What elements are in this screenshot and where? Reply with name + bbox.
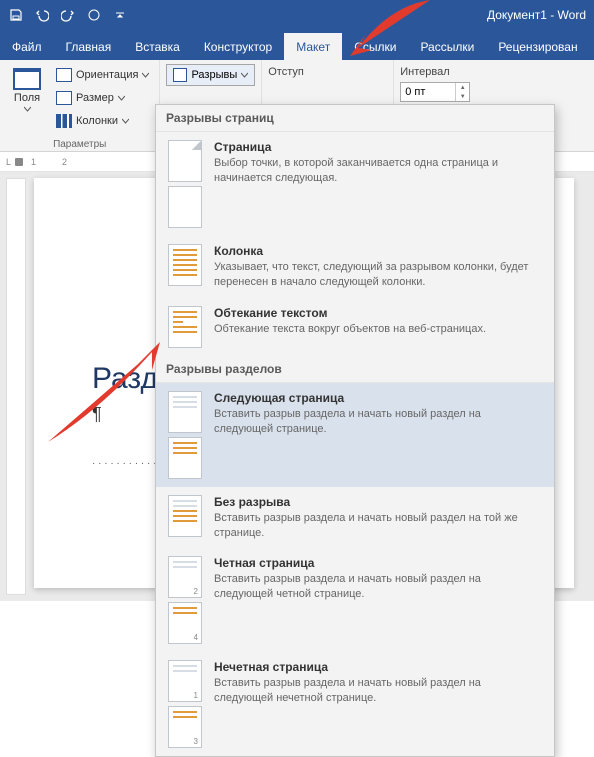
break-column-icon <box>168 244 202 286</box>
break-continuous-item[interactable]: Без разрыва Вставить разрыв раздела и нач… <box>156 487 554 549</box>
break-item-title: Без разрыва <box>214 495 542 509</box>
break-next-page-icon <box>168 391 202 479</box>
tab-type-selector[interactable]: L <box>6 157 11 167</box>
ruler-margin-indicator[interactable] <box>15 158 23 166</box>
size-button[interactable]: Размер <box>52 87 153 109</box>
break-textwrap-icon <box>168 306 202 348</box>
breaks-dropdown: Разрывы страниц Страница Выбор точки, в к… <box>155 104 555 757</box>
spacing-before-value: 0 пт <box>405 86 425 98</box>
breaks-section-header: Разрывы разделов <box>156 356 554 383</box>
columns-button[interactable]: Колонки <box>52 110 153 132</box>
break-continuous-icon <box>168 495 202 537</box>
ruler-tick: 2 <box>62 157 67 167</box>
break-item-title: Нечетная страница <box>214 660 542 674</box>
annotation-arrow <box>40 330 170 450</box>
break-page-icon <box>168 140 202 228</box>
size-icon <box>56 91 72 105</box>
break-even-page-item[interactable]: 2 4 Четная страница Вставить разрыв разде… <box>156 548 554 652</box>
redo-icon[interactable] <box>56 3 80 27</box>
break-item-desc: Вставить разрыв раздела и начать новый р… <box>214 511 542 541</box>
break-odd-page-item[interactable]: 1 3 Нечетная страница Вставить разрыв раз… <box>156 652 554 756</box>
title-bar: Документ1 - Word <box>0 0 594 30</box>
stepper-up-icon[interactable]: ▲ <box>456 83 469 92</box>
break-item-desc: Вставить разрыв раздела и начать новый р… <box>214 676 542 706</box>
break-item-desc: Указывает, что текст, следующий за разры… <box>214 260 542 290</box>
break-column-item[interactable]: Колонка Указывает, что текст, следующий з… <box>156 236 554 298</box>
margins-button[interactable]: Поля <box>6 64 48 134</box>
stepper-down-icon[interactable]: ▼ <box>456 92 469 101</box>
break-item-title: Колонка <box>214 244 542 258</box>
ribbon-tabs: Файл Главная Вставка Конструктор Макет С… <box>0 30 594 60</box>
indent-label: Отступ <box>268 66 387 82</box>
undo-icon[interactable] <box>30 3 54 27</box>
spacing-label: Интервал <box>400 66 470 82</box>
spacing-before-input[interactable]: 0 пт ▲▼ <box>400 82 470 102</box>
tab-file[interactable]: Файл <box>0 33 54 60</box>
quick-access-toolbar <box>4 3 132 27</box>
chevron-down-icon <box>142 72 149 79</box>
size-label: Размер <box>76 92 114 104</box>
break-next-page-item[interactable]: Следующая страница Вставить разрыв раздел… <box>156 383 554 487</box>
chevron-down-icon <box>241 72 248 79</box>
orientation-label: Ориентация <box>76 69 138 81</box>
break-odd-page-icon: 1 3 <box>168 660 202 748</box>
breaks-button[interactable]: Разрывы <box>166 64 255 86</box>
ruler-tick: 1 <box>31 157 36 167</box>
columns-icon <box>56 114 72 128</box>
break-item-title: Страница <box>214 140 542 154</box>
tab-insert[interactable]: Вставка <box>123 33 192 60</box>
group-label-page-setup: Параметры <box>0 139 159 150</box>
break-even-page-icon: 2 4 <box>168 556 202 644</box>
margins-icon <box>13 68 41 90</box>
break-item-desc: Вставить разрыв раздела и начать новый р… <box>214 407 542 437</box>
chevron-down-icon <box>122 118 129 125</box>
chevron-down-icon <box>118 95 125 102</box>
qat-customize-icon[interactable] <box>108 3 132 27</box>
breaks-icon <box>173 68 187 82</box>
orientation-button[interactable]: Ориентация <box>52 64 153 86</box>
orientation-icon <box>56 68 72 82</box>
break-item-desc: Вставить разрыв раздела и начать новый р… <box>214 572 542 602</box>
break-item-desc: Выбор точки, в которой заканчивается одн… <box>214 156 542 186</box>
break-textwrap-item[interactable]: Обтекание текстом Обтекание текста вокруг… <box>156 298 554 356</box>
columns-label: Колонки <box>76 115 118 127</box>
group-page-setup: Поля Ориентация Размер Колонки Параметры <box>0 60 160 151</box>
breaks-label: Разрывы <box>191 69 237 81</box>
breaks-page-header: Разрывы страниц <box>156 105 554 132</box>
tab-review[interactable]: Рецензирован <box>486 33 589 60</box>
annotation-arrow <box>320 0 440 66</box>
margins-label: Поля <box>14 92 40 104</box>
touch-mode-icon[interactable] <box>82 3 106 27</box>
tab-design[interactable]: Конструктор <box>192 33 284 60</box>
break-item-desc: Обтекание текста вокруг объектов на веб-… <box>214 322 542 337</box>
tab-home[interactable]: Главная <box>54 33 124 60</box>
vertical-ruler[interactable] <box>6 178 26 595</box>
break-item-title: Четная страница <box>214 556 542 570</box>
break-page-item[interactable]: Страница Выбор точки, в которой заканчива… <box>156 132 554 236</box>
break-item-title: Обтекание текстом <box>214 306 542 320</box>
window-title: Документ1 - Word <box>487 8 590 22</box>
chevron-down-icon <box>24 106 31 113</box>
save-icon[interactable] <box>4 3 28 27</box>
break-item-title: Следующая страница <box>214 391 542 405</box>
